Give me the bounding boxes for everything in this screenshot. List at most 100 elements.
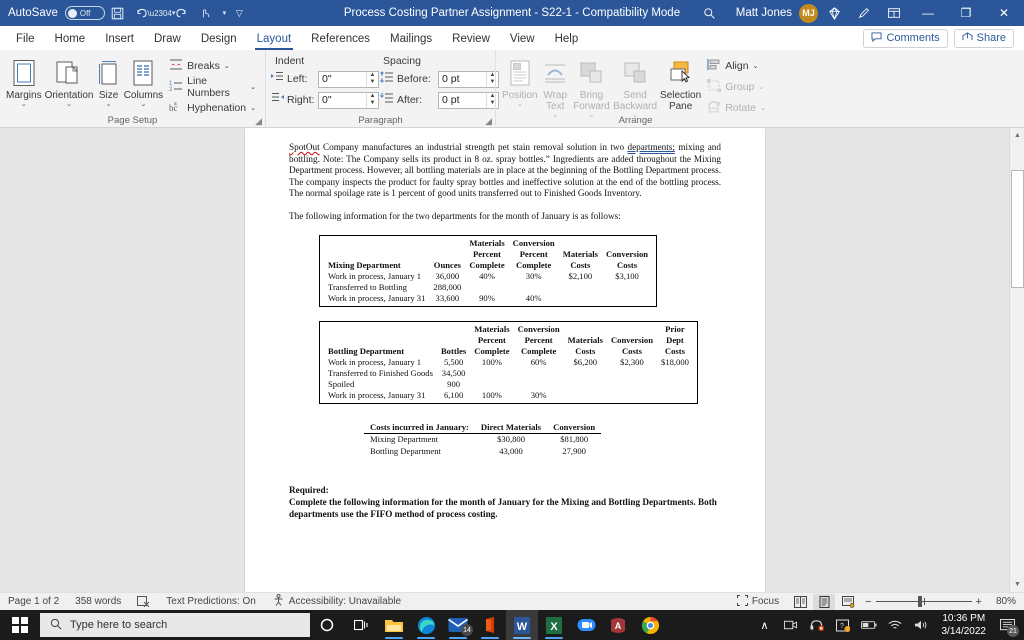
columns-button[interactable]: Columns ⌄: [123, 53, 164, 112]
comments-button[interactable]: Comments: [863, 28, 948, 48]
show-hidden-icons-icon[interactable]: ∧: [752, 610, 778, 640]
wrap-text-button[interactable]: Wrap Text ⌄: [540, 53, 571, 123]
document-canvas[interactable]: SpotOut Company manufactures an industri…: [0, 128, 1024, 592]
spacing-after-field[interactable]: ▲▼: [438, 91, 499, 109]
tab-review[interactable]: Review: [442, 30, 500, 48]
tab-references[interactable]: References: [301, 30, 380, 48]
search-input[interactable]: Type here to search: [40, 613, 310, 637]
proofing-status-icon[interactable]: [129, 596, 158, 607]
onedrive-icon[interactable]: ?: [830, 610, 856, 640]
pen-icon[interactable]: [850, 0, 878, 26]
battery-icon[interactable]: [856, 610, 882, 640]
selection-pane-button[interactable]: Selection Pane: [659, 53, 702, 115]
indent-left-input[interactable]: [322, 73, 366, 85]
accessibility-status[interactable]: Accessibility: Unavailable: [264, 594, 409, 609]
microsoft-word-icon[interactable]: W: [506, 610, 538, 640]
share-button[interactable]: Share: [953, 28, 1014, 48]
spacing-before-input[interactable]: [442, 73, 486, 85]
notification-center-icon[interactable]: 21: [994, 610, 1020, 640]
bring-forward-button[interactable]: Bring Forward ⌄: [572, 53, 611, 123]
zoom-slider[interactable]: − +: [861, 596, 986, 608]
volume-icon[interactable]: [908, 610, 934, 640]
zoom-out-button[interactable]: −: [865, 596, 871, 608]
minimize-button[interactable]: —: [910, 0, 946, 26]
customize-quick-access-toolbar-icon[interactable]: ▽: [233, 2, 246, 24]
focus-mode-button[interactable]: Focus: [729, 594, 787, 609]
breaks-button[interactable]: Breaks ⌄: [165, 55, 260, 76]
save-icon[interactable]: [107, 2, 129, 24]
scrollbar-thumb[interactable]: [1011, 170, 1024, 288]
text-predictions-status[interactable]: Text Predictions: On: [158, 596, 263, 607]
indent-right-field[interactable]: ▲▼: [318, 91, 379, 109]
tab-home[interactable]: Home: [45, 30, 96, 48]
document-page[interactable]: SpotOut Company manufactures an industri…: [245, 128, 765, 592]
zoom-icon[interactable]: [570, 610, 602, 640]
avatar[interactable]: MJ: [799, 3, 818, 23]
touch-mode-dropdown-icon[interactable]: ▾: [218, 2, 231, 24]
web-layout-view-button[interactable]: [837, 594, 859, 610]
line-numbers-button[interactable]: 12 Line Numbers ⌄: [165, 75, 260, 99]
ribbon-display-options-icon[interactable]: [880, 0, 908, 26]
vertical-scrollbar[interactable]: ▲ ▼: [1009, 128, 1024, 592]
office-icon[interactable]: [474, 610, 506, 640]
indent-right-input[interactable]: [322, 94, 366, 106]
svg-text:A: A: [615, 621, 622, 631]
cortana-icon[interactable]: [310, 610, 344, 640]
close-button[interactable]: ✕: [986, 0, 1022, 26]
page-setup-dialog-launcher-icon[interactable]: ◢: [255, 116, 262, 127]
indent-left-field[interactable]: ▲▼: [318, 70, 379, 88]
touch-mode-icon[interactable]: [194, 2, 216, 24]
page-indicator[interactable]: Page 1 of 2: [0, 596, 67, 607]
spacing-before-field[interactable]: ▲▼: [438, 70, 499, 88]
indent-left-spinner[interactable]: ▲ ▼: [366, 71, 378, 87]
scroll-down-icon[interactable]: ▼: [1010, 577, 1024, 592]
position-button[interactable]: Position ⌄: [501, 53, 539, 112]
undo-dropdown-icon[interactable]: \u2304 ▾: [147, 2, 175, 24]
task-view-icon[interactable]: [344, 610, 378, 640]
zoom-level[interactable]: 80%: [988, 596, 1016, 607]
restore-button[interactable]: ❐: [948, 0, 984, 26]
start-button[interactable]: [0, 610, 40, 640]
google-chrome-icon[interactable]: [634, 610, 666, 640]
wifi-icon[interactable]: [882, 610, 908, 640]
tab-view[interactable]: View: [500, 30, 545, 48]
cell-value: [470, 368, 513, 379]
tab-file[interactable]: File: [6, 30, 45, 48]
file-explorer-icon[interactable]: [378, 610, 410, 640]
orientation-button[interactable]: Orientation ⌄: [44, 53, 95, 112]
microsoft-access-icon[interactable]: A: [602, 610, 634, 640]
word-count[interactable]: 358 words: [67, 596, 129, 607]
send-backward-button[interactable]: Send Backward ⌄: [612, 53, 658, 123]
zoom-knob[interactable]: [917, 596, 922, 607]
tab-help[interactable]: Help: [545, 30, 589, 48]
tab-design[interactable]: Design: [191, 30, 247, 48]
tab-mailings[interactable]: Mailings: [380, 30, 442, 48]
mail-icon[interactable]: 14: [442, 610, 474, 640]
align-button[interactable]: Align ⌄: [703, 55, 770, 76]
tab-insert[interactable]: Insert: [95, 30, 144, 48]
microsoft-edge-icon[interactable]: [410, 610, 442, 640]
user-name[interactable]: Matt Jones: [736, 7, 792, 19]
clock[interactable]: 10:36 PM 3/14/2022: [934, 612, 995, 638]
diamond-icon[interactable]: [820, 0, 848, 26]
print-layout-view-button[interactable]: [813, 593, 836, 610]
group-button[interactable]: Group ⌄: [703, 76, 770, 97]
headset-muted-icon[interactable]: [804, 610, 830, 640]
paragraph-dialog-launcher-icon[interactable]: ◢: [485, 116, 492, 127]
spacing-after-input[interactable]: [442, 94, 486, 106]
autosave-toggle[interactable]: Off: [64, 6, 105, 20]
zoom-in-button[interactable]: +: [976, 596, 982, 608]
size-button[interactable]: Size ⌄: [96, 53, 122, 112]
margins-button[interactable]: Margins ⌄: [5, 53, 43, 112]
indent-right-spinner[interactable]: ▲ ▼: [366, 92, 378, 108]
search-icon[interactable]: [696, 0, 724, 26]
read-mode-view-button[interactable]: [789, 594, 811, 610]
redo-icon[interactable]: [170, 2, 192, 24]
microsoft-excel-icon[interactable]: X: [538, 610, 570, 640]
zoom-track[interactable]: [875, 596, 972, 607]
tab-layout[interactable]: Layout: [247, 30, 302, 50]
cell-value: 60%: [530, 357, 547, 368]
tab-draw[interactable]: Draw: [144, 30, 191, 48]
camera-icon[interactable]: [778, 610, 804, 640]
scroll-up-icon[interactable]: ▲: [1010, 128, 1024, 143]
